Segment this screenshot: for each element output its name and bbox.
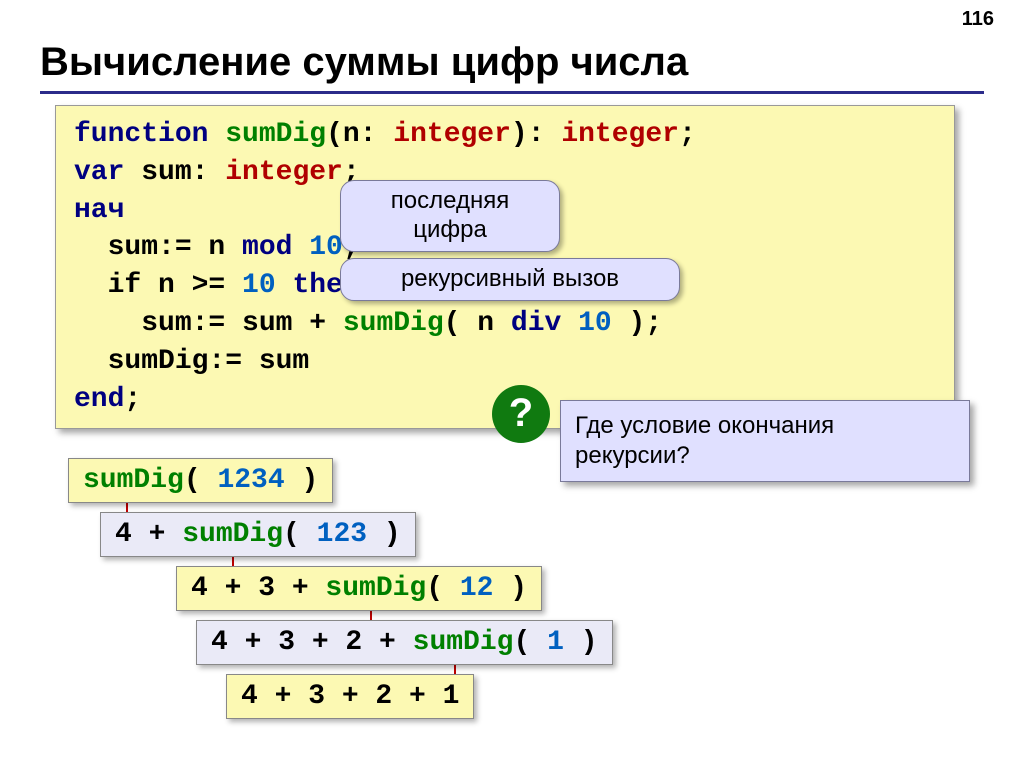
step-token: ( [283, 519, 317, 550]
callout-recursive-call: рекурсивный вызов [340, 258, 680, 301]
step-token: 12 [460, 573, 494, 604]
step-token: sumDig [325, 573, 426, 604]
step-token: ( [184, 465, 218, 496]
step-token: ( [426, 573, 460, 604]
code-token: sumDig [225, 119, 326, 150]
question-box: Где условие окончания рекурсии? [560, 400, 970, 482]
code-token: ; [679, 119, 696, 150]
code-token: function [74, 119, 225, 150]
step-token: 1 [547, 627, 564, 658]
step-3: 4 + 3 + sumDig( 12 ) [176, 566, 542, 611]
code-token: (n: [326, 119, 393, 150]
code-token: ): [511, 119, 561, 150]
code-token: integer [393, 119, 511, 150]
callout-last-digit: последняя цифра [340, 180, 560, 252]
step-5: 4 + 3 + 2 + 1 [226, 674, 474, 719]
step-token: ( [513, 627, 547, 658]
step-token: ) [367, 519, 401, 550]
code-token: if n >= [74, 270, 242, 301]
code-token: mod [242, 232, 309, 263]
page-number: 116 [962, 8, 994, 31]
code-token: ( n [444, 308, 511, 339]
step-token: ) [285, 465, 319, 496]
code-token: div [511, 308, 578, 339]
step-token: 4 + 3 + 2 + 1 [241, 681, 459, 712]
question-mark-icon: ? [492, 385, 550, 443]
code-token: sum: [141, 157, 225, 188]
code-token: нач [74, 195, 124, 226]
code-token: 10 [242, 270, 292, 301]
step-token: 123 [317, 519, 367, 550]
code-token: ); [629, 308, 663, 339]
code-token: ; [124, 384, 141, 415]
step-1: sumDig( 1234 ) [68, 458, 333, 503]
code-token: integer [225, 157, 343, 188]
step-4: 4 + 3 + 2 + sumDig( 1 ) [196, 620, 613, 665]
page-title: Вычисление суммы цифр числа [40, 40, 984, 94]
step-token: 4 + 3 + [191, 573, 325, 604]
step-token: sumDig [182, 519, 283, 550]
code-token: sum:= sum + [74, 308, 343, 339]
step-token: 4 + 3 + 2 + [211, 627, 413, 658]
code-token: sumDig [343, 308, 444, 339]
step-token: 4 + [115, 519, 182, 550]
code-token: integer [561, 119, 679, 150]
code-token: var [74, 157, 141, 188]
step-token: ) [493, 573, 527, 604]
step-2: 4 + sumDig( 123 ) [100, 512, 416, 557]
step-token: sumDig [83, 465, 184, 496]
code-token: 10 [578, 308, 628, 339]
code-token: 10 [309, 232, 343, 263]
code-token: sum:= n [74, 232, 242, 263]
step-token: sumDig [413, 627, 514, 658]
step-token: 1234 [217, 465, 284, 496]
code-token: end [74, 384, 124, 415]
code-token: sumDig:= sum [74, 346, 309, 377]
step-token: ) [564, 627, 598, 658]
